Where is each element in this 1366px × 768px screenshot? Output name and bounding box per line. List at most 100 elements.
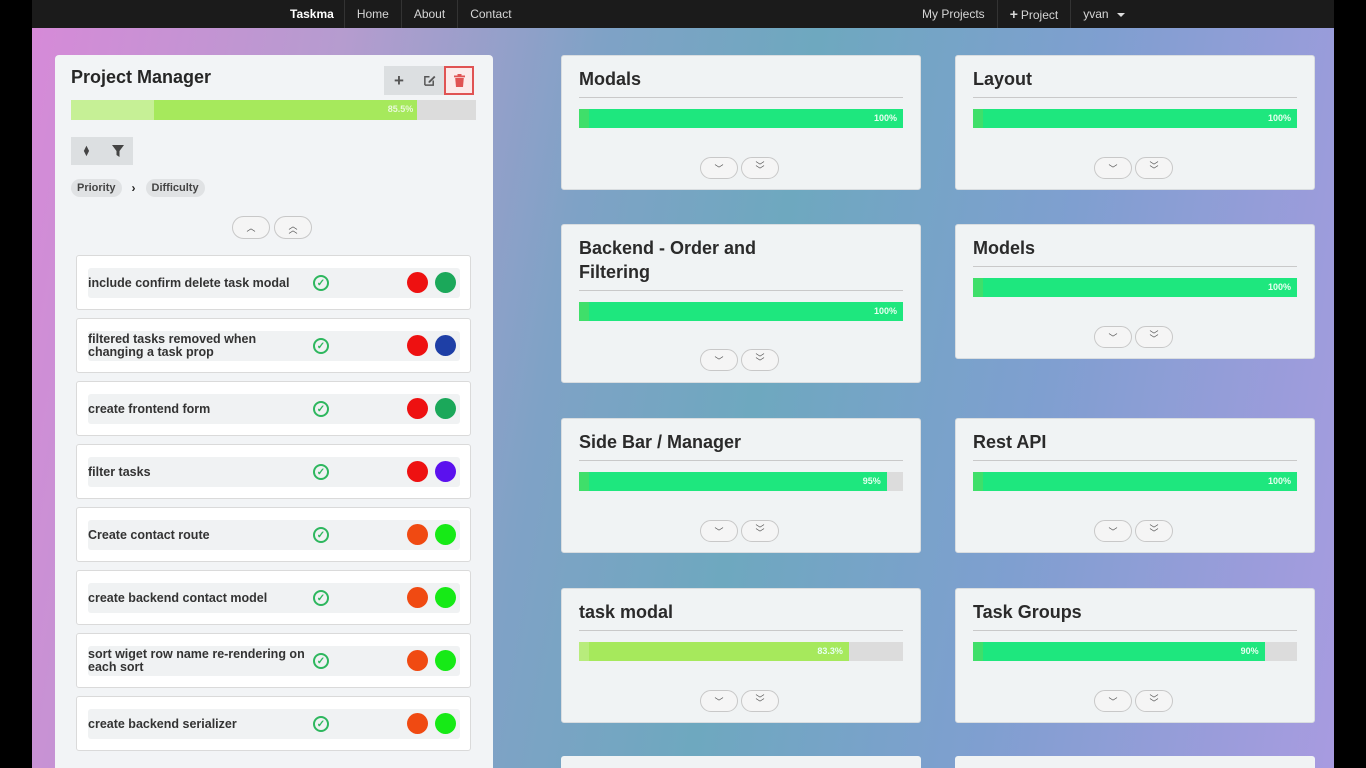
collapse-all-button[interactable]: ︿ ︿ (274, 216, 312, 239)
trash-icon (453, 74, 465, 87)
project-card-partial (955, 756, 1315, 768)
expand-all-button[interactable]: ﹀ ﹀ (1135, 690, 1173, 712)
project-title[interactable]: Side Bar / Manager (579, 430, 819, 454)
project-title[interactable]: Task Groups (973, 600, 1213, 624)
difficulty-dot[interactable] (435, 650, 456, 671)
expand-button[interactable]: ﹀ (1094, 157, 1132, 179)
project-progress-bar: 100% (579, 109, 903, 128)
edit-project-button[interactable] (414, 66, 444, 95)
priority-dot[interactable] (407, 272, 428, 293)
task-card[interactable]: filtered tasks removed when changing a t… (76, 318, 471, 373)
check-circle-icon[interactable]: ✓ (313, 338, 329, 354)
chevron-down-icon: ﹀ (1108, 163, 1118, 174)
priority-dot[interactable] (407, 461, 428, 482)
card-expand-buttons: ﹀ ﹀ ﹀ (1094, 690, 1173, 712)
expand-all-button[interactable]: ﹀ ﹀ (741, 690, 779, 712)
project-title[interactable]: Models (973, 236, 1213, 260)
user-menu[interactable]: yvan (1071, 0, 1136, 28)
project-progress-fill: 100% (973, 472, 1297, 491)
check-circle-icon[interactable]: ✓ (313, 716, 329, 732)
project-progress-fill: 100% (579, 302, 903, 321)
expand-button[interactable]: ﹀ (700, 349, 738, 371)
difficulty-dot[interactable] (435, 587, 456, 608)
project-progress-fill: 85.5% (71, 100, 418, 120)
project-progress-label: 100% (1267, 282, 1291, 292)
sort-chip-difficulty[interactable]: Difficulty (145, 179, 205, 197)
sort-chip-priority[interactable]: Priority (71, 179, 122, 197)
project-title[interactable]: Backend - Order and Filtering (579, 236, 819, 284)
card-expand-buttons: ﹀ ﹀ ﹀ (700, 520, 779, 542)
expand-all-button[interactable]: ﹀ ﹀ (1135, 326, 1173, 348)
project-progress-bar: 95% (579, 472, 903, 491)
expand-button[interactable]: ﹀ (700, 690, 738, 712)
task-row: include confirm delete task modal ✓ (88, 268, 460, 298)
brand-link[interactable]: Taskma (280, 0, 345, 28)
collapse-button[interactable]: ︿ (232, 216, 270, 239)
priority-dot[interactable] (407, 335, 428, 356)
difficulty-dot[interactable] (435, 461, 456, 482)
nav-about-link[interactable]: About (402, 0, 459, 28)
expand-button[interactable]: ﹀ (1094, 690, 1132, 712)
filter-button[interactable] (102, 137, 133, 165)
check-circle-icon[interactable]: ✓ (313, 464, 329, 480)
project-title[interactable]: task modal (579, 600, 819, 624)
task-card[interactable]: filter tasks ✓ (76, 444, 471, 499)
task-card[interactable]: create frontend form ✓ (76, 381, 471, 436)
difficulty-dot[interactable] (435, 272, 456, 293)
difficulty-dot[interactable] (435, 335, 456, 356)
task-card[interactable]: include confirm delete task modal ✓ (76, 255, 471, 310)
check-circle-icon[interactable]: ✓ (313, 590, 329, 606)
priority-dot[interactable] (407, 587, 428, 608)
nav-contact-link[interactable]: Contact (458, 0, 523, 28)
nav-home-link[interactable]: Home (345, 0, 402, 28)
project-title[interactable]: Layout (973, 67, 1213, 91)
chevron-down-icon: ﹀ (1108, 526, 1118, 537)
check-circle-icon[interactable]: ✓ (313, 653, 329, 669)
task-card[interactable]: create backend contact model ✓ (76, 570, 471, 625)
project-title[interactable]: Modals (579, 67, 819, 91)
project-card[interactable]: Layout 100% ﹀ ﹀ ﹀ (955, 55, 1315, 190)
project-card[interactable]: Backend - Order and Filtering 100% ﹀ ﹀ ﹀ (561, 224, 921, 383)
expand-all-button[interactable]: ﹀ ﹀ (741, 157, 779, 179)
my-projects-link[interactable]: My Projects (910, 0, 998, 28)
double-chevron-down-icon: ﹀ ﹀ (755, 353, 765, 367)
add-task-button[interactable]: + (384, 66, 414, 95)
delete-project-button[interactable] (444, 66, 474, 95)
difficulty-dot[interactable] (435, 713, 456, 734)
project-card[interactable]: Modals 100% ﹀ ﹀ ﹀ (561, 55, 921, 190)
priority-dot[interactable] (407, 713, 428, 734)
expand-all-button[interactable]: ﹀ ﹀ (741, 349, 779, 371)
new-project-link[interactable]: + Project (998, 0, 1072, 28)
project-card[interactable]: Side Bar / Manager 95% ﹀ ﹀ ﹀ (561, 418, 921, 553)
project-progress-bar: 100% (973, 278, 1297, 297)
task-card[interactable]: create backend serializer ✓ (76, 696, 471, 751)
project-card[interactable]: task modal 83.3% ﹀ ﹀ ﹀ (561, 588, 921, 723)
sort-button[interactable]: ▲ ▼ (71, 137, 102, 165)
task-name: filtered tasks removed when changing a t… (88, 332, 257, 359)
expand-all-button[interactable]: ﹀ ﹀ (1135, 157, 1173, 179)
card-expand-buttons: ﹀ ﹀ ﹀ (1094, 326, 1173, 348)
check-circle-icon[interactable]: ✓ (313, 527, 329, 543)
project-card[interactable]: Rest API 100% ﹀ ﹀ ﹀ (955, 418, 1315, 553)
chevron-down-icon: ﹀ (1108, 332, 1118, 343)
expand-button[interactable]: ﹀ (1094, 326, 1132, 348)
project-title[interactable]: Rest API (973, 430, 1213, 454)
priority-dot[interactable] (407, 398, 428, 419)
expand-all-button[interactable]: ﹀ ﹀ (741, 520, 779, 542)
chevron-down-icon: ﹀ (714, 526, 724, 537)
task-card[interactable]: Create contact route ✓ (76, 507, 471, 562)
difficulty-dot[interactable] (435, 398, 456, 419)
priority-dot[interactable] (407, 650, 428, 671)
difficulty-dot[interactable] (435, 524, 456, 545)
priority-dot[interactable] (407, 524, 428, 545)
expand-button[interactable]: ﹀ (700, 520, 738, 542)
expand-all-button[interactable]: ﹀ ﹀ (1135, 520, 1173, 542)
project-card[interactable]: Models 100% ﹀ ﹀ ﹀ (955, 224, 1315, 359)
expand-button[interactable]: ﹀ (1094, 520, 1132, 542)
project-progress-fill: 83.3% (579, 642, 849, 661)
task-card[interactable]: sort wiget row name re-rendering on each… (76, 633, 471, 688)
check-circle-icon[interactable]: ✓ (313, 275, 329, 291)
expand-button[interactable]: ﹀ (700, 157, 738, 179)
check-circle-icon[interactable]: ✓ (313, 401, 329, 417)
project-card[interactable]: Task Groups 90% ﹀ ﹀ ﹀ (955, 588, 1315, 723)
